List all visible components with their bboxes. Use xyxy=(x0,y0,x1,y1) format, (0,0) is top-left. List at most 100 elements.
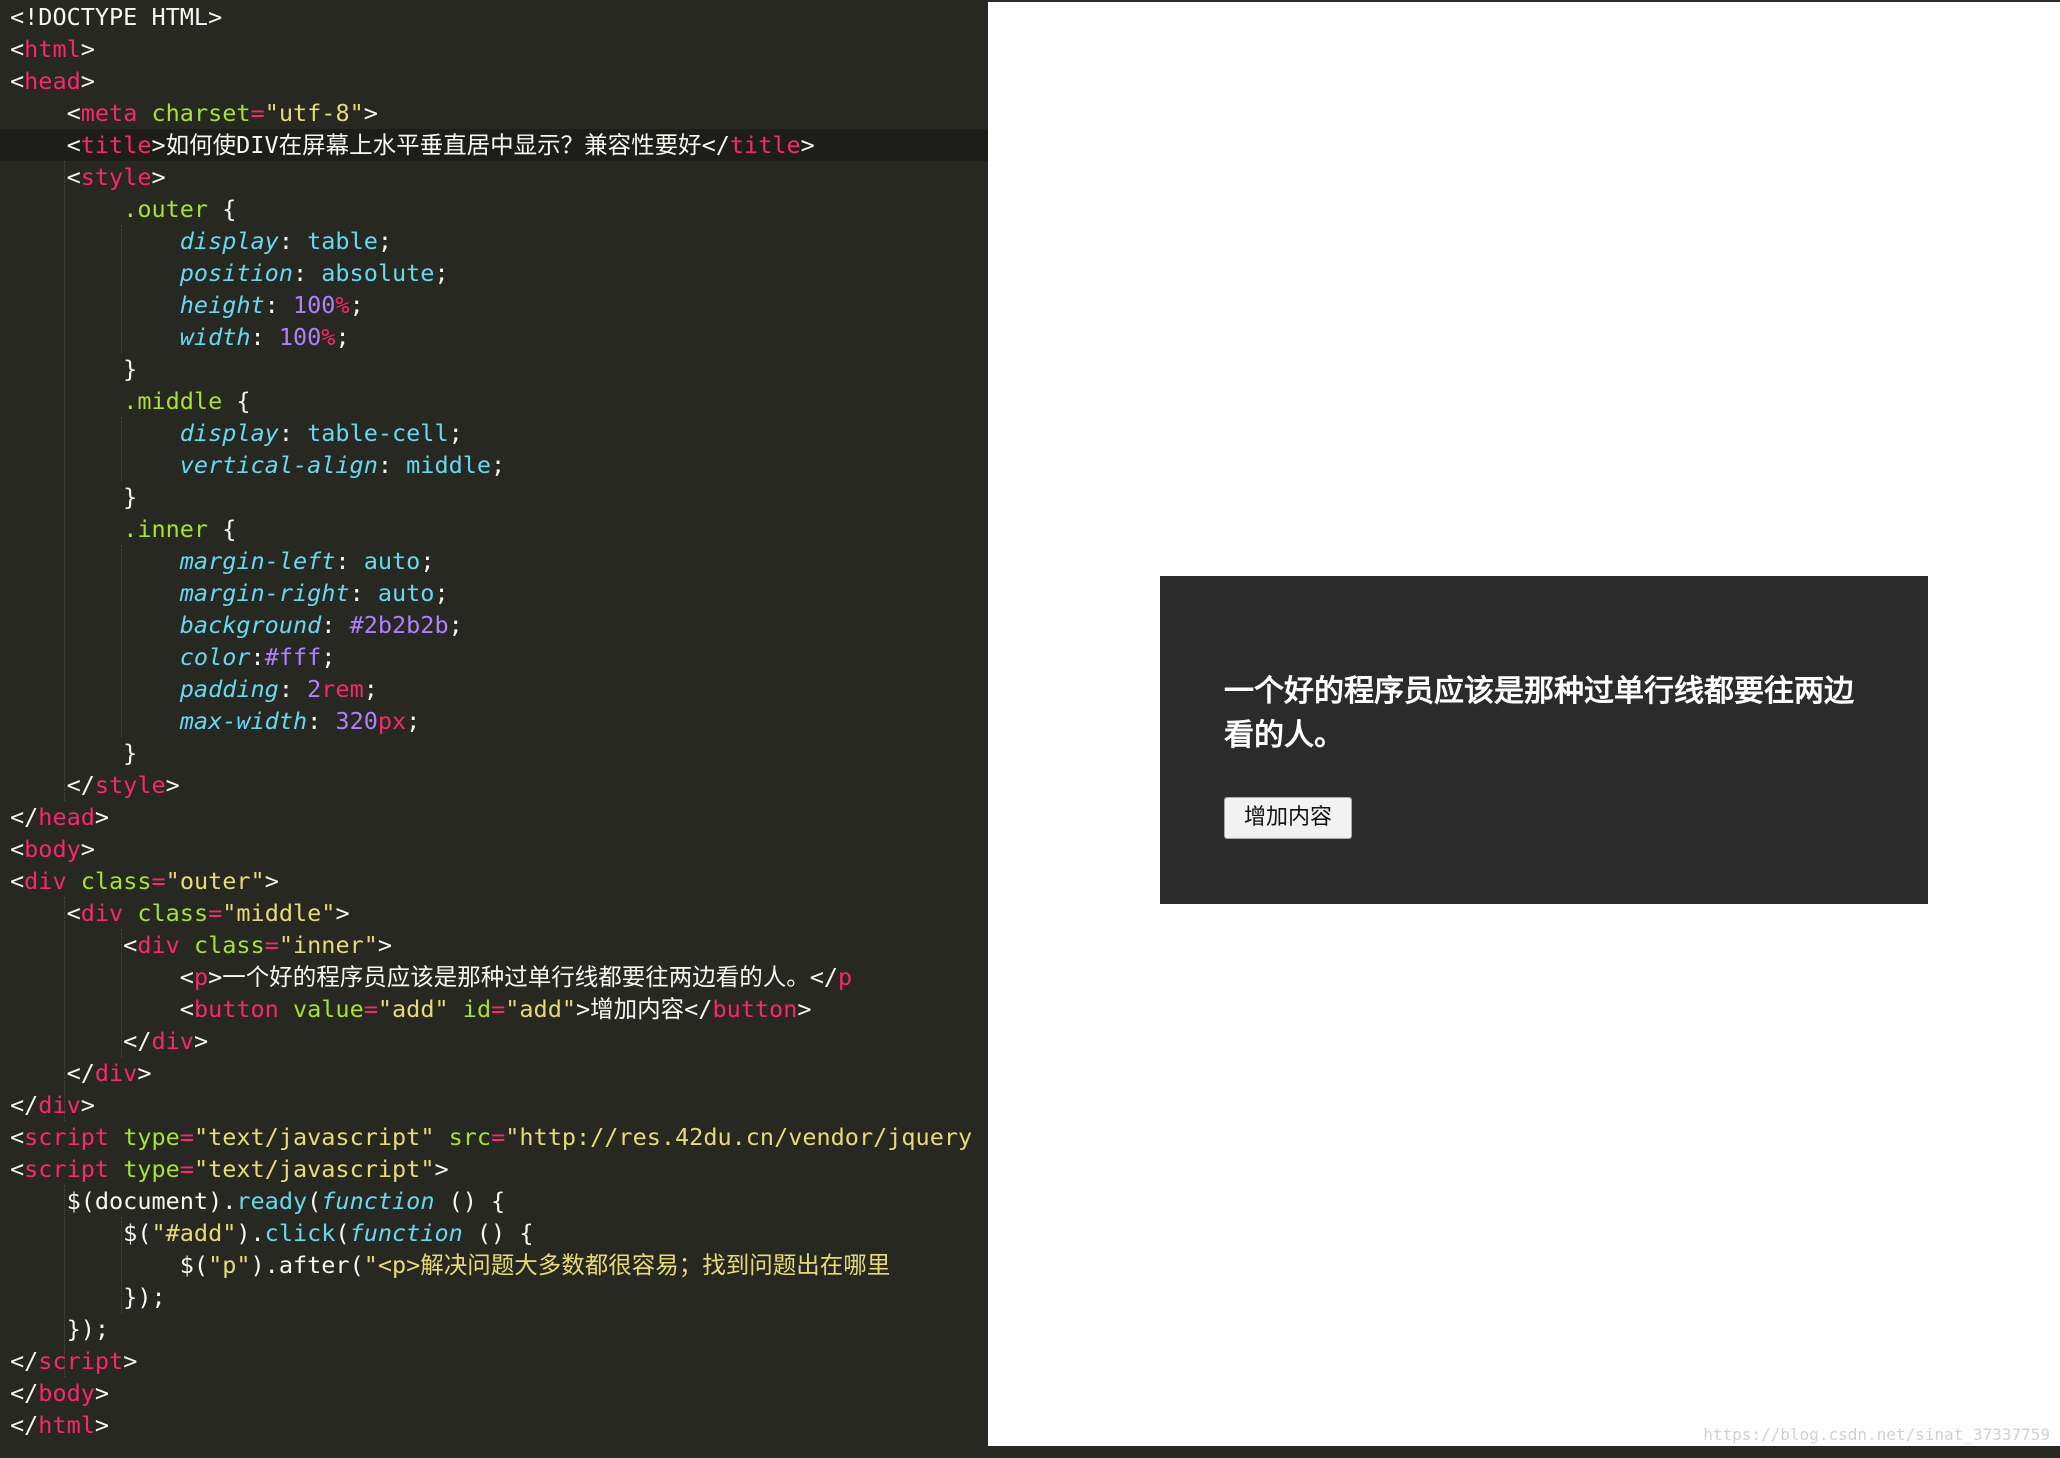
code-token: div xyxy=(38,1091,81,1119)
code-line[interactable]: max-width: 320px; xyxy=(10,705,421,737)
code-token: type xyxy=(123,1155,180,1183)
code-line[interactable]: </div> xyxy=(10,1025,208,1057)
code-token: : xyxy=(307,707,336,735)
code-line[interactable]: <div class="middle"> xyxy=(10,897,350,929)
code-line[interactable]: } xyxy=(10,737,137,769)
code-line[interactable]: <button value="add" id="add">增加内容</butto… xyxy=(10,993,812,1025)
code-token: > xyxy=(151,163,166,191)
code-token: 一个好的程序员应该是那种过单行线都要往两边看的人。 xyxy=(222,963,810,991)
code-token: = xyxy=(491,995,506,1023)
code-line[interactable]: .inner { xyxy=(10,513,236,545)
code-token: < xyxy=(10,1123,25,1151)
code-line[interactable]: </style> xyxy=(10,769,180,801)
code-token: > xyxy=(94,803,110,831)
code-line[interactable]: </body> xyxy=(10,1377,109,1409)
code-line[interactable]: <!DOCTYPE HTML> xyxy=(10,1,222,33)
code-token: ). xyxy=(208,1187,237,1215)
code-line[interactable]: }); xyxy=(10,1281,165,1313)
code-token: display xyxy=(179,227,279,255)
code-token: width xyxy=(179,323,251,351)
code-editor-pane[interactable]: <!DOCTYPE HTML> <html> <head> <meta charse… xyxy=(0,0,988,1458)
code-line[interactable]: } xyxy=(10,353,137,385)
code-token: > xyxy=(94,1379,110,1407)
code-token: 如何使DIV在屏幕上水平垂直居中显示？兼容性要好 xyxy=(165,131,702,159)
code-token: type xyxy=(123,1123,180,1151)
code-token: ). xyxy=(236,1219,265,1247)
code-line[interactable]: width: 100%; xyxy=(10,321,350,353)
code-line[interactable]: margin-left: auto; xyxy=(10,545,435,577)
code-line[interactable]: } xyxy=(10,481,137,513)
code-token: </ xyxy=(10,803,39,831)
code-token: = xyxy=(179,1155,194,1183)
code-line[interactable]: display: table-cell; xyxy=(10,417,463,449)
code-token: = xyxy=(208,899,223,927)
code-line[interactable]: <title>如何使DIV在屏幕上水平垂直居中显示？兼容性要好</title> xyxy=(10,129,815,161)
code-token: ).after( xyxy=(250,1251,364,1279)
code-token: value xyxy=(292,995,364,1023)
code-token: < xyxy=(10,163,81,191)
code-line[interactable]: <html> xyxy=(10,33,95,65)
code-line[interactable]: </div> xyxy=(10,1057,152,1089)
code-token: rem xyxy=(321,675,364,703)
code-token: { xyxy=(222,387,251,415)
code-line[interactable]: <div class="outer"> xyxy=(10,865,279,897)
code-token: 增加内容 xyxy=(590,995,685,1023)
code-token: > xyxy=(151,131,166,159)
code-line[interactable]: <script type="text/javascript"> xyxy=(10,1153,449,1185)
code-line[interactable]: $(document).ready(function () { xyxy=(10,1185,506,1217)
code-line[interactable]: display: table; xyxy=(10,225,392,257)
code-line[interactable]: padding: 2rem; xyxy=(10,673,378,705)
code-token: > xyxy=(800,131,815,159)
code-line[interactable]: <head> xyxy=(10,65,95,97)
code-token: ; xyxy=(434,579,449,607)
code-line[interactable]: position: absolute; xyxy=(10,257,449,289)
code-token: </ xyxy=(701,131,730,159)
code-line[interactable]: <div class="inner"> xyxy=(10,929,392,961)
code-line[interactable]: <script type="text/javascript" src="http… xyxy=(10,1121,972,1153)
code-line[interactable]: <p>一个好的程序员应该是那种过单行线都要往两边看的人。</p xyxy=(10,961,852,993)
code-token: : xyxy=(292,259,322,287)
code-token: "p" xyxy=(208,1251,251,1279)
browser-preview-pane: 一个好的程序员应该是那种过单行线都要往两边看的人。 增加内容 https://b… xyxy=(988,0,2060,1446)
code-line[interactable]: height: 100%; xyxy=(10,289,364,321)
code-line[interactable]: background: #2b2b2b; xyxy=(10,609,463,641)
code-line[interactable]: .middle { xyxy=(10,385,251,417)
code-token: < xyxy=(10,963,194,991)
code-token: ; xyxy=(491,451,506,479)
code-line[interactable]: .outer { xyxy=(10,193,236,225)
code-line[interactable]: $("#add").click(function () { xyxy=(10,1217,533,1249)
code-token: "text/javascript" xyxy=(193,1123,435,1151)
code-token: ready xyxy=(236,1187,308,1215)
code-token: padding xyxy=(179,675,279,703)
code-line[interactable]: }); xyxy=(10,1313,109,1345)
code-token: > xyxy=(208,963,223,991)
code-line[interactable]: </script> xyxy=(10,1345,137,1377)
code-token: : xyxy=(377,451,407,479)
code-token: auto xyxy=(363,547,421,575)
code-token: = xyxy=(151,867,166,895)
code-line[interactable]: </head> xyxy=(10,801,109,833)
code-token: < xyxy=(10,931,138,959)
code-line[interactable]: <style> xyxy=(10,161,166,193)
code-line[interactable]: </div> xyxy=(10,1089,95,1121)
code-line[interactable]: <meta charset="utf-8"> xyxy=(10,97,378,129)
code-line[interactable]: margin-right: auto; xyxy=(10,577,449,609)
code-line[interactable]: $("p").after("<p>解决问题大多数都很容易；找到问题出在哪里 xyxy=(10,1249,891,1281)
code-token: > xyxy=(335,899,350,927)
code-line[interactable]: color:#fff; xyxy=(10,641,336,673)
code-token: 320 xyxy=(335,707,378,735)
add-content-button[interactable]: 增加内容 xyxy=(1224,797,1352,839)
code-line[interactable]: <body> xyxy=(10,833,95,865)
code-token: </ xyxy=(10,1347,39,1375)
code-line[interactable]: </html> xyxy=(10,1409,109,1441)
code-token: = xyxy=(264,931,279,959)
code-line[interactable]: vertical-align: middle; xyxy=(10,449,505,481)
code-token: < xyxy=(10,899,81,927)
